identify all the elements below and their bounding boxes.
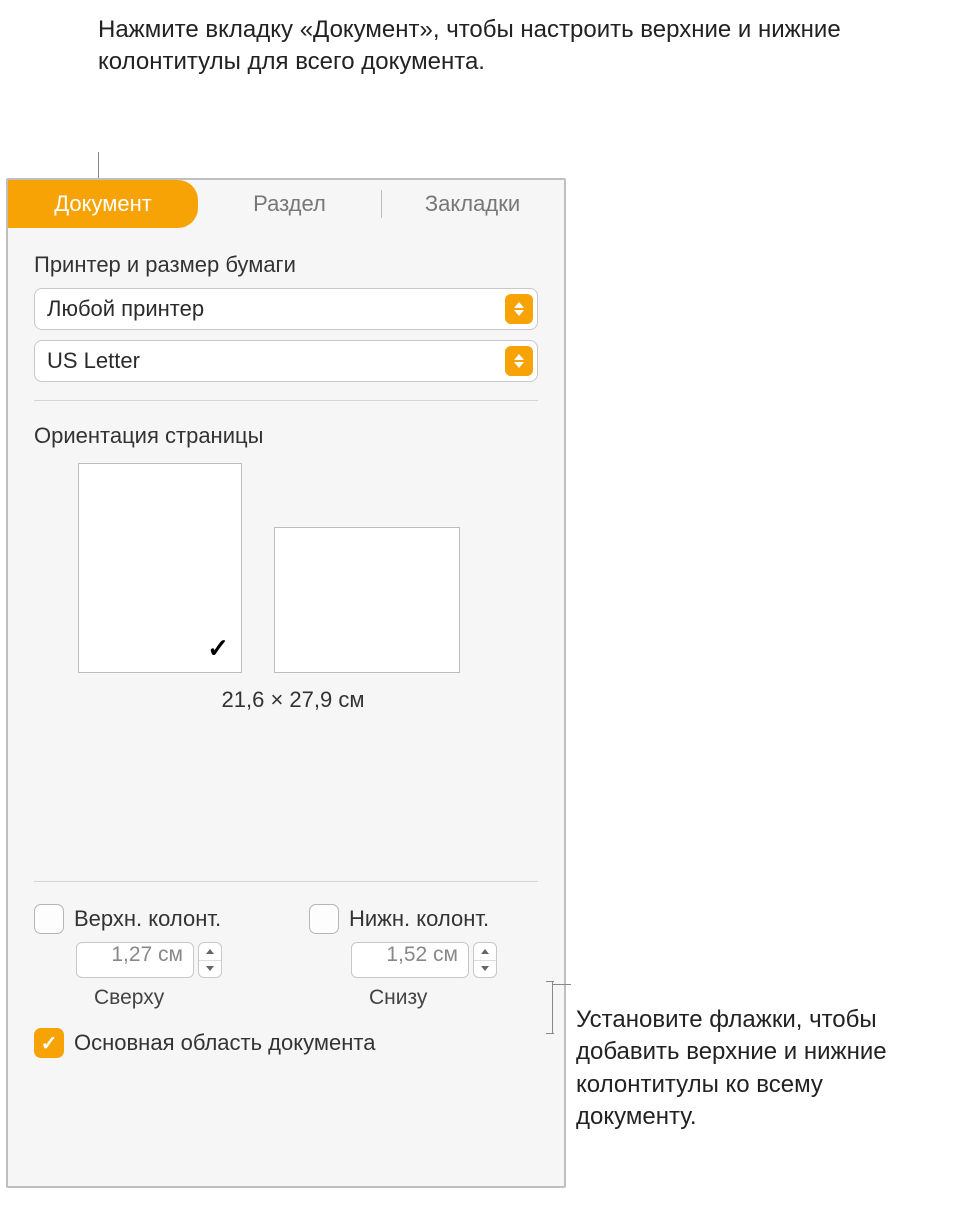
- footer-value-input[interactable]: 1,52 см: [351, 942, 469, 978]
- footer-stepper-buttons: [473, 942, 497, 978]
- callout-right-text: Установите флажки, чтобы добавить верхни…: [576, 1004, 946, 1134]
- footer-column: Нижн. колонт. 1,52 см Снизу: [309, 904, 538, 1010]
- document-inspector-panel: Документ Раздел Закладки Принтер и разме…: [6, 178, 566, 1188]
- spacer: [34, 713, 538, 863]
- header-stepper-buttons: [198, 942, 222, 978]
- orientation-dimensions: 21,6 × 27,9 см: [48, 687, 538, 713]
- tab-document[interactable]: Документ: [8, 180, 198, 228]
- stepper-up[interactable]: [199, 943, 221, 961]
- paper-value: US Letter: [47, 348, 140, 374]
- callout-bracket: [546, 1033, 554, 1034]
- orientation-landscape[interactable]: [274, 527, 460, 673]
- callout-line: [98, 152, 99, 180]
- header-stepper: 1,27 см: [76, 942, 263, 978]
- chevron-down-icon: [206, 966, 214, 971]
- callout-top-text: Нажмите вкладку «Документ», чтобы настро…: [98, 14, 956, 79]
- panel-body: Принтер и размер бумаги Любой принтер US…: [8, 228, 564, 1068]
- popup-arrows-icon: [505, 294, 533, 324]
- callout-bracket: [552, 981, 553, 1033]
- header-column: Верхн. колонт. 1,27 см Сверху: [34, 904, 263, 1010]
- divider: [34, 400, 538, 401]
- orientation-portrait[interactable]: ✓: [78, 463, 242, 673]
- callout-line: [553, 984, 571, 985]
- stepper-down[interactable]: [199, 961, 221, 978]
- header-checkbox[interactable]: [34, 904, 64, 934]
- paper-size-select[interactable]: US Letter: [34, 340, 538, 382]
- printer-select[interactable]: Любой принтер: [34, 288, 538, 330]
- chevron-up-icon: [206, 949, 214, 954]
- header-check-line: Верхн. колонт.: [34, 904, 263, 934]
- inspector-tabs: Документ Раздел Закладки: [8, 180, 564, 228]
- tab-section[interactable]: Раздел: [198, 180, 381, 228]
- chevron-down-icon: [481, 966, 489, 971]
- header-label: Верхн. колонт.: [74, 906, 221, 932]
- footer-checkbox[interactable]: [309, 904, 339, 934]
- document-body-checkbox[interactable]: ✓: [34, 1028, 64, 1058]
- popup-arrows-icon: [505, 346, 533, 376]
- printer-section-title: Принтер и размер бумаги: [34, 252, 538, 278]
- stepper-down[interactable]: [474, 961, 496, 978]
- orientation-options: ✓: [78, 463, 538, 673]
- header-value-input[interactable]: 1,27 см: [76, 942, 194, 978]
- divider: [34, 881, 538, 882]
- orientation-section-title: Ориентация страницы: [34, 423, 538, 449]
- document-body-row: ✓ Основная область документа: [34, 1028, 538, 1058]
- printer-value: Любой принтер: [47, 296, 204, 322]
- document-body-label: Основная область документа: [74, 1030, 375, 1056]
- footer-sublabel: Снизу: [369, 986, 538, 1010]
- footer-stepper: 1,52 см: [351, 942, 538, 978]
- chevron-up-icon: [481, 949, 489, 954]
- header-sublabel: Сверху: [94, 986, 263, 1010]
- stepper-up[interactable]: [474, 943, 496, 961]
- tab-bookmarks[interactable]: Закладки: [381, 180, 564, 228]
- check-icon: ✓: [207, 633, 229, 664]
- header-footer-row: Верхн. колонт. 1,27 см Сверху Нижн. коло…: [34, 904, 538, 1010]
- footer-check-line: Нижн. колонт.: [309, 904, 538, 934]
- footer-label: Нижн. колонт.: [349, 906, 489, 932]
